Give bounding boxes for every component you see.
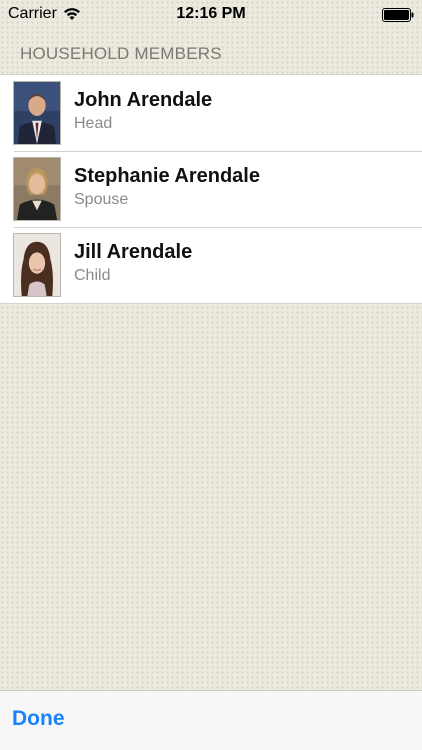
member-row-john-arendale[interactable]: John Arendale Head <box>0 75 422 151</box>
avatar <box>13 81 61 145</box>
member-name: John Arendale <box>74 89 213 111</box>
avatar <box>13 157 61 221</box>
member-role: Spouse <box>74 191 129 208</box>
member-name: Jill Arendale <box>74 241 193 263</box>
section-header-household-members: HOUSEHOLD MEMBERS <box>20 44 222 63</box>
member-role: Child <box>74 267 111 284</box>
avatar-photo-icon <box>14 158 60 220</box>
done-button[interactable]: Done <box>12 707 65 731</box>
avatar-photo-icon <box>14 234 60 296</box>
member-row-stephanie-arendale[interactable]: Stephanie Arendale Spouse <box>0 151 422 227</box>
member-role: Head <box>74 115 113 132</box>
bottom-toolbar: Done <box>0 690 422 750</box>
avatar <box>13 233 61 297</box>
status-time: 12:16 PM <box>176 5 246 22</box>
member-name: Stephanie Arendale <box>74 165 260 187</box>
member-row-jill-arendale[interactable]: Jill Arendale Child <box>0 227 422 303</box>
avatar-photo-icon <box>14 82 60 144</box>
status-bar: Carrier 12:16 PM <box>0 0 422 30</box>
household-members-list: John Arendale Head Stephanie Arendale Sp… <box>0 74 422 304</box>
battery-icon <box>382 8 414 22</box>
